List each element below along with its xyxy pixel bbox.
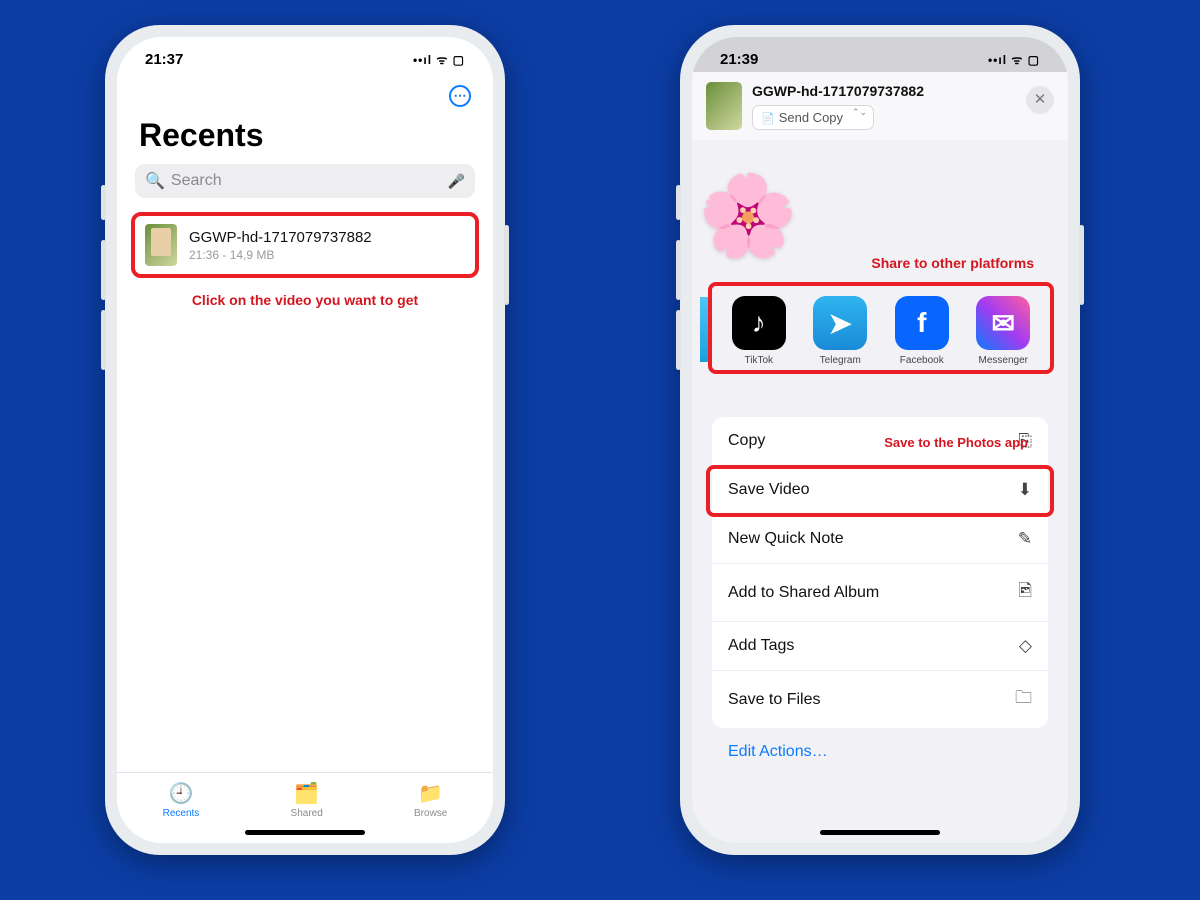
action-save-video[interactable]: Save Video ⬇︎ (712, 466, 1048, 515)
share-apps-row: ♪ TikTok ➤ Telegram f Facebook ✉ Messeng… (708, 282, 1054, 374)
status-bar: 21:37 ••ıl ᯤ ▢ (117, 37, 493, 72)
status-icons: ••ıl ᯤ ▢ (413, 51, 465, 68)
action-save-files[interactable]: Save to Files 🗀 (712, 671, 1048, 728)
close-button[interactable]: ✕ (1026, 86, 1054, 114)
mute-switch (676, 185, 681, 220)
home-indicator[interactable] (820, 830, 940, 835)
search-icon: 🔍 (145, 171, 165, 191)
vol-up (101, 240, 106, 300)
time: 21:39 (720, 51, 758, 68)
actions-list: Copy ⎘ Save Video ⬇︎ New Quick Note ✎ Ad… (712, 417, 1048, 728)
mute-switch (101, 185, 106, 220)
app-tiktok[interactable]: ♪ TikTok (725, 296, 793, 366)
power-button (1079, 225, 1084, 305)
action-quick-note[interactable]: New Quick Note ✎ (712, 515, 1048, 564)
action-shared-album[interactable]: Add to Shared Album 🖻 (712, 564, 1048, 622)
vol-down (101, 310, 106, 370)
folder-shared-icon: 🗂️ (294, 781, 319, 806)
annotation-share-platforms: Share to other platforms (871, 255, 1034, 271)
file-name: GGWP-hd-1717079737882 (189, 229, 372, 246)
edit-actions-link[interactable]: Edit Actions… (728, 743, 828, 761)
status-bar: 21:39 ••ıl ᯤ ▢ (692, 37, 1068, 72)
annotation-save-photos: Save to the Photos app (884, 435, 1028, 450)
video-thumbnail (706, 82, 742, 130)
tab-browse[interactable]: 📁 Browse (414, 781, 447, 819)
screen-share-sheet: 21:39 ••ıl ᯤ ▢ GGWP-hd-1717079737882 Sen… (692, 37, 1068, 843)
telegram-icon: ➤ (813, 296, 867, 350)
time: 21:37 (145, 51, 183, 68)
app-facebook[interactable]: f Facebook (888, 296, 956, 366)
mic-icon[interactable]: 🎤 (448, 173, 465, 190)
video-thumbnail (145, 224, 177, 266)
clock-icon: 🕘 (169, 781, 194, 806)
tiktok-icon: ♪ (732, 296, 786, 350)
app-telegram[interactable]: ➤ Telegram (806, 296, 874, 366)
app-messenger[interactable]: ✉ Messenger (969, 296, 1037, 366)
vol-down (676, 310, 681, 370)
download-icon: ⬇︎ (1018, 480, 1032, 500)
tab-bar: 🕘 Recents 🗂️ Shared 📁 Browse (117, 772, 493, 819)
search-input[interactable]: 🔍 Search 🎤 (135, 164, 475, 198)
flower-sticker: 🌸 (698, 169, 798, 263)
phone-right: 21:39 ••ıl ᯤ ▢ GGWP-hd-1717079737882 Sen… (680, 25, 1080, 855)
phone-left: 21:37 ••ıl ᯤ ▢ ⋯ Recents 🔍 Search 🎤 GGWP… (105, 25, 505, 855)
tag-icon: ◇ (1019, 636, 1032, 656)
page-title: Recents (117, 72, 493, 164)
status-icons: ••ıl ᯤ ▢ (988, 51, 1040, 68)
album-icon: 🖻 (1018, 578, 1032, 607)
facebook-icon: f (895, 296, 949, 350)
share-file-name: GGWP-hd-1717079737882 (752, 83, 924, 99)
messenger-icon: ✉ (976, 296, 1030, 350)
file-meta: 21:36 - 14,9 MB (189, 248, 372, 262)
more-button[interactable]: ⋯ (449, 85, 471, 107)
annotation-click-video: Click on the video you want to get (117, 292, 493, 308)
search-placeholder: Search (171, 172, 448, 190)
tab-recents[interactable]: 🕘 Recents (163, 781, 200, 819)
power-button (504, 225, 509, 305)
action-add-tags[interactable]: Add Tags ◇ (712, 622, 1048, 671)
folder-icon: 🗀 (1015, 685, 1032, 714)
note-icon: ✎ (1018, 529, 1032, 549)
home-indicator[interactable] (245, 830, 365, 835)
file-row[interactable]: GGWP-hd-1717079737882 21:36 - 14,9 MB (131, 212, 479, 278)
tab-shared[interactable]: 🗂️ Shared (291, 781, 323, 819)
folder-icon: 📁 (418, 781, 443, 806)
send-copy-selector[interactable]: Send Copy (752, 105, 874, 130)
share-header: GGWP-hd-1717079737882 Send Copy ✕ (692, 72, 1068, 140)
screen-files: 21:37 ••ıl ᯤ ▢ ⋯ Recents 🔍 Search 🎤 GGWP… (117, 37, 493, 843)
vol-up (676, 240, 681, 300)
